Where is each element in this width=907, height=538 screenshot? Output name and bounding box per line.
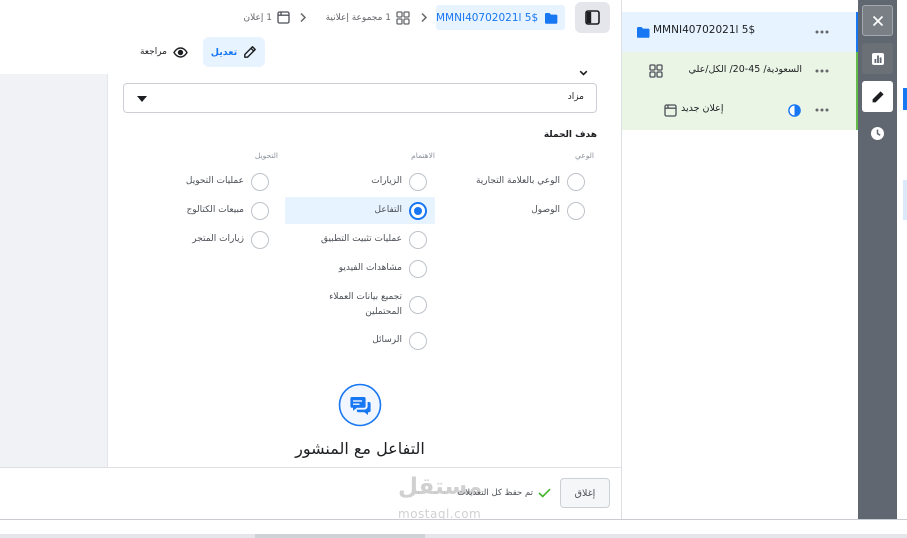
close-icon	[872, 15, 883, 26]
bid-strategy-dropdown[interactable]: مزاد	[123, 83, 597, 113]
check-icon	[538, 488, 551, 498]
chevron-down-icon[interactable]	[579, 70, 588, 76]
radio-button[interactable]	[567, 201, 585, 220]
edit-mode-button[interactable]: تعديل	[203, 37, 265, 67]
tree-item-label: إعلان جديد	[681, 103, 724, 114]
more-options-icon[interactable]	[815, 69, 829, 73]
ad-icon	[664, 104, 677, 117]
breadcrumb-adset[interactable]: 1 مجموعة إعلانية	[326, 8, 410, 27]
edge-highlight	[903, 180, 907, 220]
more-options-icon[interactable]	[815, 108, 829, 112]
objective-option-engagement[interactable]: التفاعل	[285, 197, 435, 224]
objective-option-reach[interactable]: الوصول	[443, 197, 593, 224]
save-status: تم حفظ كل التعديلات	[457, 485, 551, 501]
close-panel-button[interactable]	[862, 5, 893, 36]
close-button[interactable]: إغلاق	[560, 478, 610, 508]
objective-option-conversions[interactable]: عمليات التحويل	[127, 168, 277, 195]
eye-icon	[173, 46, 188, 58]
breadcrumb-campaign[interactable]: MMNI40702021l 5$	[436, 5, 565, 30]
review-mode-label: مراجعة	[139, 47, 167, 57]
caret-down-icon	[137, 96, 147, 102]
chevron-right-icon	[421, 12, 428, 23]
objective-column-conversion-header: التحويل	[254, 151, 278, 160]
chevron-right-icon	[300, 12, 307, 23]
bottom-bar	[0, 534, 907, 538]
grid-icon	[396, 10, 410, 25]
bottom-bar-segment	[255, 534, 425, 538]
reporting-button[interactable]	[862, 43, 893, 74]
ad-icon	[277, 11, 290, 24]
window-edge	[897, 0, 907, 519]
half-circle-icon	[788, 104, 801, 117]
toggle-sidebar-button[interactable]	[575, 2, 610, 33]
more-options-icon[interactable]	[815, 30, 829, 34]
objective-option-messages[interactable]: الرسائل	[285, 327, 435, 354]
radio-button[interactable]	[567, 172, 585, 191]
objective-option-catalog-sales[interactable]: مبيعات الكتالوج	[127, 197, 277, 224]
tree-item-ad[interactable]: إعلان جديد	[622, 91, 859, 130]
objective-option-video-views[interactable]: مشاهدات الفيديو	[285, 255, 435, 282]
save-status-text: تم حفظ كل التعديلات	[457, 488, 533, 498]
radio-button[interactable]	[409, 259, 427, 278]
campaign-tree: MMNI40702021l 5$ السعودية/ 45-20/ الكل/ع…	[621, 0, 859, 519]
folder-icon	[637, 27, 650, 38]
breadcrumb-ad-label: 1 إعلان	[243, 12, 272, 23]
objective-column-consideration-header: الاهتمام	[411, 151, 435, 160]
radio-button[interactable]	[409, 201, 427, 220]
objective-option-store-traffic[interactable]: زيارات المتجر	[127, 226, 277, 253]
objective-column-awareness-header: الوعي	[575, 151, 594, 160]
radio-button[interactable]	[409, 230, 427, 249]
radio-button[interactable]	[251, 230, 269, 249]
objective-option-label: الوعي بالعلامة التجارية	[475, 175, 560, 186]
ads-manager-editor: MMNI40702021l 5$ 1 مجموعة إعلانية 1 إعلا…	[0, 0, 907, 538]
history-button[interactable]	[862, 118, 893, 149]
tree-item-label: السعودية/ 45-20/ الكل/علي	[688, 64, 802, 75]
objective-option-label: تجميع بيانات العملاء المحتملين	[329, 291, 402, 317]
edit-mode-label: تعديل	[210, 46, 238, 58]
objective-option-label: مبيعات الكتالوج	[186, 204, 244, 215]
radio-button[interactable]	[251, 172, 269, 191]
radio-button[interactable]	[409, 296, 427, 314]
pencil-icon	[244, 46, 257, 58]
objective-option-label: عمليات تثبيت التطبيق	[321, 233, 402, 244]
tree-item-campaign[interactable]: MMNI40702021l 5$	[622, 12, 859, 52]
breadcrumb-adset-label: 1 مجموعة إعلانية	[325, 12, 391, 23]
objective-option-label: الزيارات	[371, 175, 402, 186]
objective-option-label: الرسائل	[372, 334, 402, 345]
objective-option-brand-awareness[interactable]: الوعي بالعلامة التجارية	[443, 168, 593, 195]
sidebar-toggle-icon	[585, 10, 600, 25]
breadcrumb-campaign-label: MMNI40702021l 5$	[436, 11, 539, 24]
objective-option-label: التفاعل	[374, 204, 402, 215]
edge-highlight	[903, 88, 907, 110]
objective-option-label: عمليات التحويل	[185, 175, 244, 186]
objective-option-traffic[interactable]: الزيارات	[285, 168, 435, 195]
folder-icon	[545, 12, 558, 24]
side-rail	[858, 0, 897, 519]
objective-option-app-installs[interactable]: عمليات تثبيت التطبيق	[285, 226, 435, 253]
bar-chart-icon	[871, 52, 884, 65]
radio-button[interactable]	[409, 172, 427, 191]
bid-strategy-value: مزاد	[567, 92, 584, 102]
pencil-icon	[872, 90, 884, 102]
canvas-gutter	[0, 74, 108, 467]
radio-button[interactable]	[409, 331, 427, 350]
breadcrumb-ad[interactable]: 1 إعلان	[244, 8, 290, 27]
selected-objective-title: التفاعل مع المنشور	[295, 439, 425, 458]
objective-option-label: زيارات المتجر	[192, 233, 244, 244]
tree-item-adset[interactable]: السعودية/ 45-20/ الكل/علي	[622, 52, 859, 91]
review-mode-button[interactable]: مراجعة	[140, 44, 188, 60]
bottom-strip	[0, 519, 907, 538]
clock-icon	[871, 127, 884, 140]
grid-icon	[649, 64, 663, 78]
editor-main: MMNI40702021l 5$ 1 مجموعة إعلانية 1 إعلا…	[0, 0, 621, 519]
objective-option-lead-generation[interactable]: تجميع بيانات العملاء المحتملين	[285, 289, 435, 321]
radio-button[interactable]	[251, 201, 269, 220]
chat-bubbles-icon	[338, 383, 382, 427]
objective-option-label: مشاهدات الفيديو	[338, 262, 402, 273]
campaign-objective-heading: هدف الحملة	[543, 130, 597, 140]
objective-option-label: الوصول	[531, 204, 560, 215]
tree-item-label: MMNI40702021l 5$	[653, 24, 756, 36]
edit-panel-button[interactable]	[862, 81, 893, 112]
